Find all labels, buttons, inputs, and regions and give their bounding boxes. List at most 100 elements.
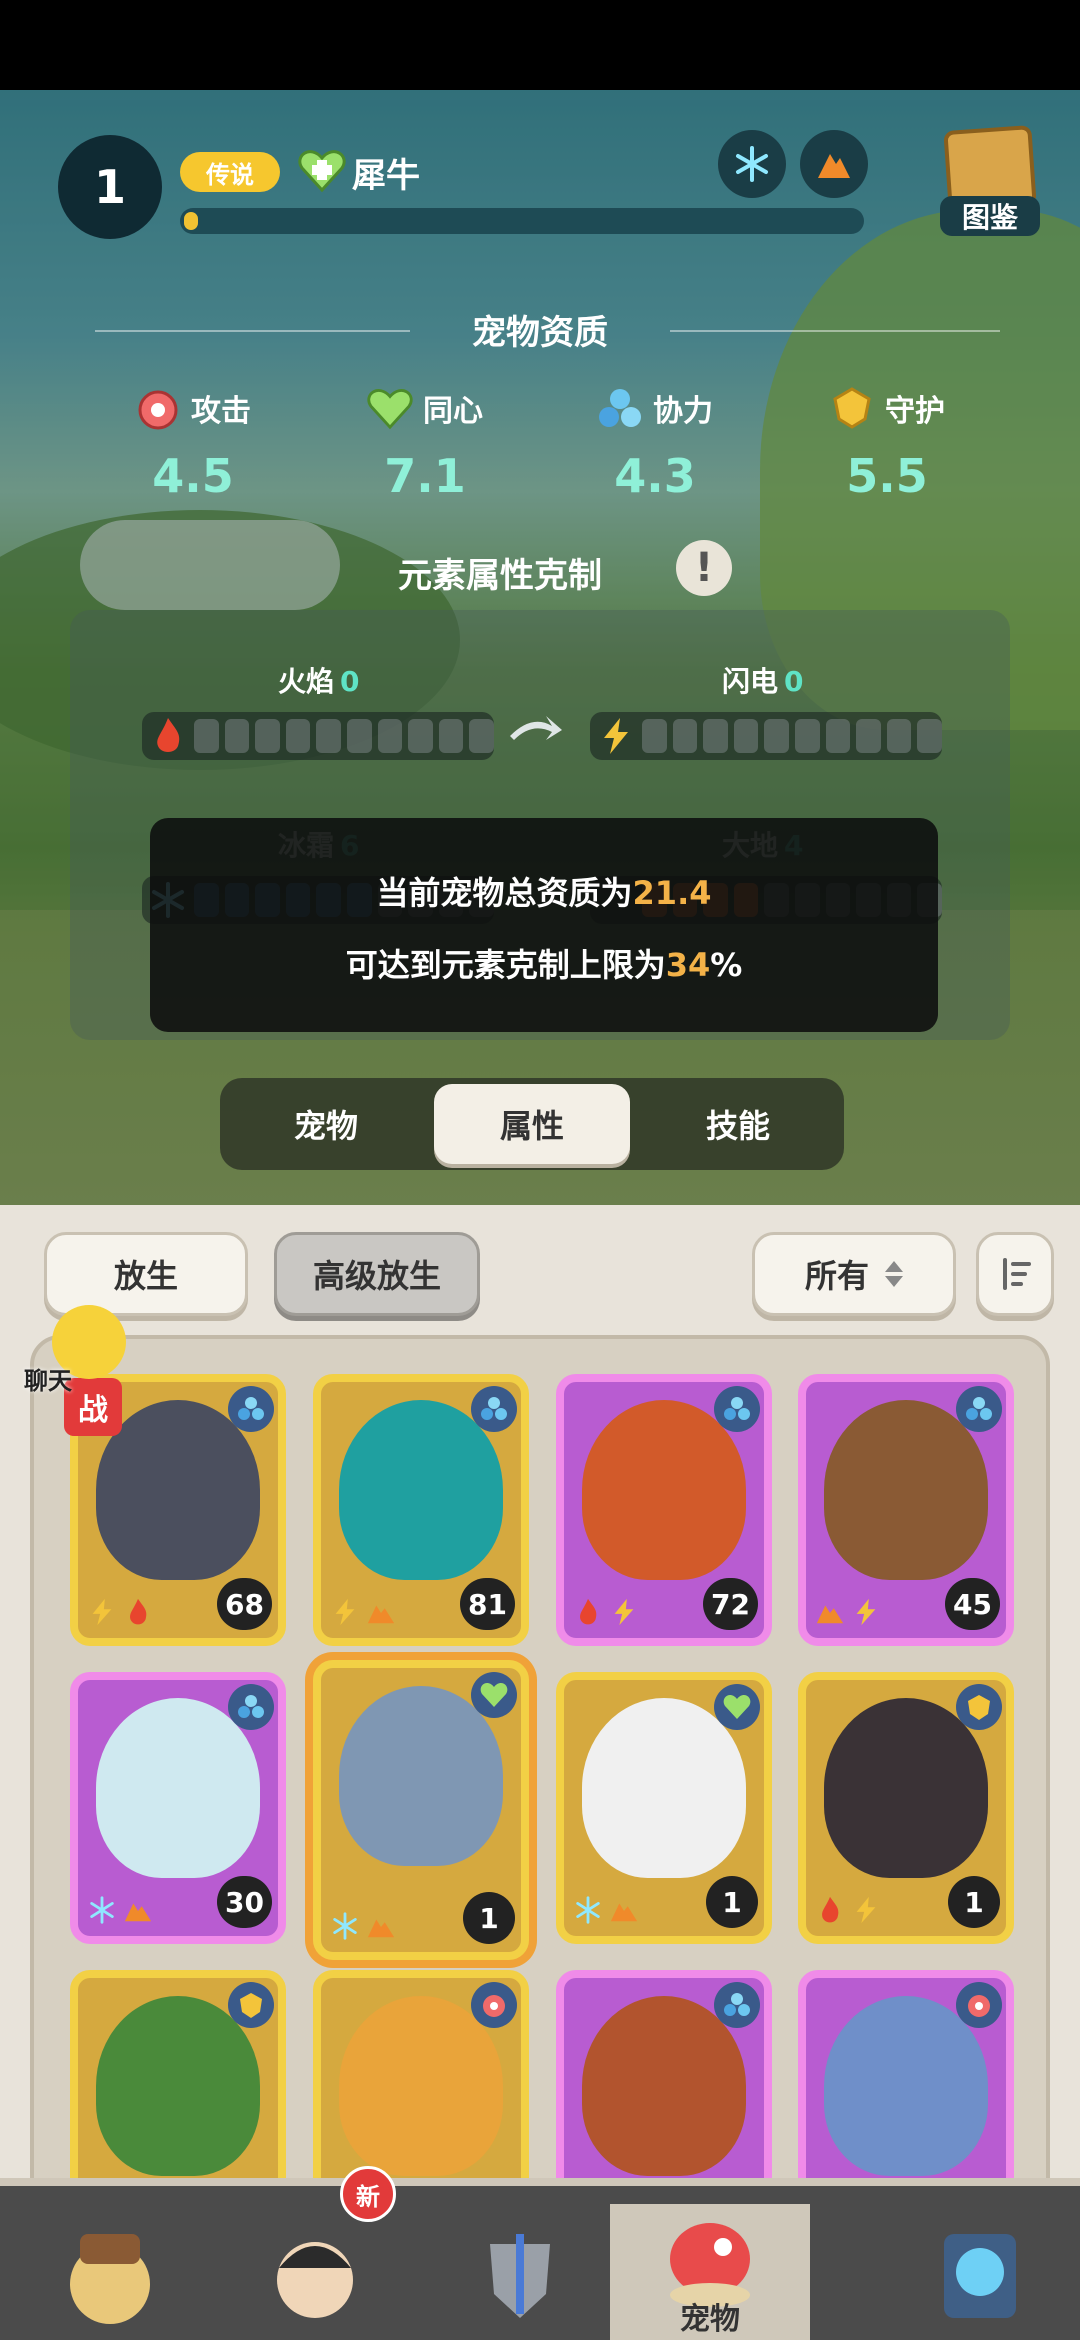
nav-pets-label: 宠物: [680, 2302, 740, 2337]
filter-dropdown[interactable]: 所有: [752, 1232, 956, 1316]
filter-value: 所有: [804, 1257, 869, 1295]
lightning-icon: [850, 1894, 882, 1926]
pet-level: 30: [217, 1876, 272, 1928]
tooltip-total-aptitude: 当前宠物总资质为21.4: [376, 874, 712, 912]
xp-bar: [180, 208, 864, 234]
lightning-icon: [850, 1596, 882, 1628]
pet-card[interactable]: 1: [798, 1672, 1014, 1944]
pet-level: 1: [948, 1876, 1000, 1928]
pet-portrait: [824, 1698, 988, 1878]
nav-portal[interactable]: [880, 2204, 1080, 2340]
attack-icon: [471, 1982, 517, 2028]
pet-portrait: [582, 1996, 746, 2176]
mountain-icon: [818, 154, 850, 178]
chat-button[interactable]: 聊天: [14, 1305, 126, 1395]
lightning-icon: [608, 1596, 640, 1628]
nav-tribe[interactable]: [10, 2204, 210, 2340]
stat-label: 同心: [423, 394, 483, 429]
fire-icon: [157, 718, 180, 752]
frost-icon: [572, 1894, 604, 1926]
new-badge: 新: [340, 2166, 396, 2222]
codex-button[interactable]: 图鉴: [940, 125, 1040, 238]
dropdown-arrows-icon: [885, 1261, 903, 1287]
tab-skills[interactable]: 技能: [640, 1084, 836, 1164]
pet-level: 68: [217, 1578, 272, 1630]
tooltip-element-limit: 可达到元素克制上限为34%: [345, 946, 743, 984]
stat-label: 攻击: [191, 394, 251, 429]
tab-pets[interactable]: 宠物: [228, 1084, 424, 1164]
stat-value: 4.5: [152, 449, 234, 503]
guard-icon: [956, 1684, 1002, 1730]
advanced-release-button[interactable]: 高级放生: [274, 1232, 480, 1316]
stat-attack: 攻击 4.5: [78, 385, 308, 503]
stat-value: 4.3: [614, 449, 696, 503]
sort-icon: [1003, 1258, 1031, 1290]
earth-icon: [122, 1894, 154, 1926]
pet-elements: [814, 1894, 882, 1926]
stat-label: 守护: [885, 394, 945, 429]
frost-icon: [329, 1910, 361, 1942]
pet-portrait: [96, 1698, 260, 1878]
pet-elements: [329, 1596, 397, 1628]
pet-portrait: [824, 1400, 988, 1580]
lightning-icon: [604, 718, 628, 754]
pet-card[interactable]: 1: [556, 1672, 772, 1944]
pet-card[interactable]: 30: [70, 1672, 286, 1944]
cooperation-icon: [714, 1386, 760, 1432]
codex-label: 图鉴: [940, 196, 1040, 236]
tribe-chief-icon: [70, 2234, 150, 2324]
frost-filter-button[interactable]: [718, 130, 786, 198]
chat-label: 聊天: [24, 1367, 72, 1395]
lightning-icon: [329, 1596, 361, 1628]
nav-character[interactable]: [215, 2204, 415, 2340]
pet-elements: [814, 1596, 882, 1628]
pet-portrait: [339, 1400, 503, 1580]
fire-icon: [122, 1596, 154, 1628]
sort-button[interactable]: [976, 1232, 1054, 1316]
cooperation-icon: [228, 1386, 274, 1432]
element-fire-label: 火焰 0: [278, 665, 360, 698]
nav-pets[interactable]: 宠物: [610, 2204, 810, 2340]
arrow-right-icon: [510, 716, 562, 740]
release-button[interactable]: 放生: [44, 1232, 248, 1316]
portal-icon: [944, 2234, 1016, 2318]
element-lightning-label: 闪电 0: [722, 665, 804, 698]
heart-icon: [298, 150, 346, 192]
pet-elements: [572, 1894, 640, 1926]
stat-cooperation: 协力 4.3: [540, 385, 770, 503]
earth-icon: [365, 1596, 397, 1628]
pet-elements: [329, 1910, 397, 1942]
stat-value: 5.5: [846, 449, 928, 503]
pet-card[interactable]: 45: [798, 1374, 1014, 1646]
cooperation-icon: [228, 1684, 274, 1730]
pet-level: 72: [703, 1578, 758, 1630]
character-icon: [277, 2242, 353, 2318]
pet-card[interactable]: 72: [556, 1374, 772, 1646]
earth-filter-button[interactable]: [800, 130, 868, 198]
stat-heart: 同心 7.1: [310, 385, 540, 503]
pet-level: 45: [945, 1578, 1000, 1630]
pet-portrait: [582, 1698, 746, 1878]
info-icon[interactable]: !: [676, 540, 732, 596]
earth-icon: [608, 1894, 640, 1926]
attack-icon: [138, 390, 178, 430]
pet-portrait: [339, 1996, 503, 2176]
heart-icon: [367, 389, 413, 430]
earth-icon: [365, 1910, 397, 1942]
guard-icon: [228, 1982, 274, 2028]
pet-card[interactable]: 81: [313, 1374, 529, 1646]
xp-bar-fill: [184, 212, 198, 230]
status-bar: [0, 0, 1080, 90]
attack-icon: [956, 1982, 1002, 2028]
nav-equipment[interactable]: [420, 2204, 620, 2340]
cooperation-icon: [956, 1386, 1002, 1432]
pet-elements: [86, 1894, 154, 1926]
element-title: 元素属性克制: [398, 556, 602, 596]
detail-tabs: 宠物 属性 技能: [220, 1078, 844, 1170]
snowflake-icon: [736, 146, 768, 182]
pet-card[interactable]: 1: [313, 1660, 529, 1960]
pet-elements: [572, 1596, 640, 1628]
heart-icon: [714, 1684, 760, 1730]
tab-attributes[interactable]: 属性: [434, 1084, 630, 1164]
frost-icon: [86, 1894, 118, 1926]
